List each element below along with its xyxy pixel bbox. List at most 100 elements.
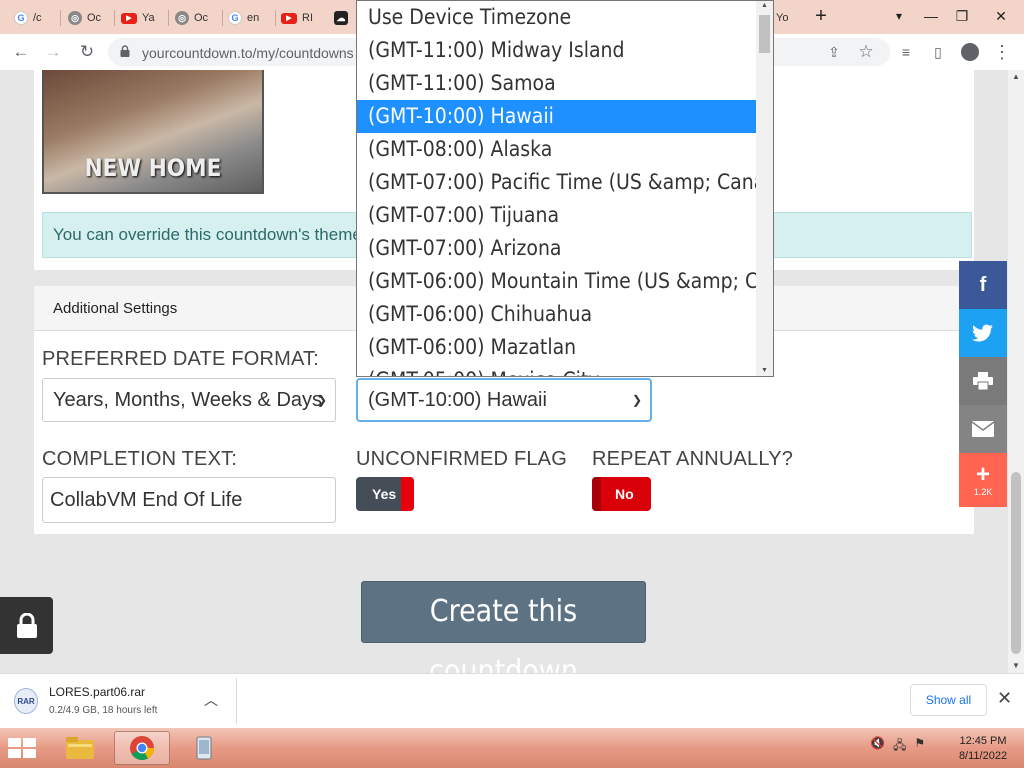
- side-panel-icon[interactable]: ▯: [926, 40, 950, 64]
- theme-image-label: NEW HOME: [84, 154, 222, 182]
- bookmark-star-icon[interactable]: ☆: [854, 40, 878, 64]
- minimize-button[interactable]: —: [916, 4, 946, 28]
- browser-tab[interactable]: Yo: [776, 5, 796, 31]
- download-file-name[interactable]: LORES.part06.rar: [49, 685, 145, 699]
- page-scrollbar[interactable]: ▲ ▼: [1008, 70, 1024, 673]
- timezone-option[interactable]: (GMT-05:00) Mexico City: [357, 364, 757, 376]
- toggle-knob: [592, 477, 601, 511]
- completion-text-label: COMPLETION TEXT:: [42, 448, 238, 470]
- profile-avatar-icon[interactable]: [958, 40, 982, 64]
- maximize-button[interactable]: ❐: [947, 4, 977, 28]
- back-icon[interactable]: ←: [9, 40, 33, 64]
- unconfirmed-flag-label: UNCONFIRMED FLAG: [356, 448, 567, 470]
- tab-search-chevron-icon[interactable]: ▾: [884, 4, 914, 28]
- theme-image-new-home[interactable]: NEW HOME: [42, 70, 264, 194]
- download-bar: RAR LORES.part06.rar 0.2/4.9 GB, 18 hour…: [0, 673, 1024, 729]
- tab-separator: [168, 10, 169, 26]
- completion-text-value: CollabVM End Of Life: [50, 489, 243, 511]
- timezone-dropdown-list[interactable]: Use Device Timezone (GMT-11:00) Midway I…: [356, 0, 774, 377]
- facebook-share-button[interactable]: f: [959, 261, 1007, 309]
- windows-start-icon[interactable]: [6, 736, 38, 760]
- url-text: yourcountdown.to/my/countdowns: [142, 45, 354, 61]
- volume-muted-icon[interactable]: 🔇: [870, 736, 885, 757]
- timezone-option[interactable]: (GMT-06:00) Chihuahua: [357, 298, 757, 331]
- action-center-flag-icon[interactable]: ⚑: [914, 736, 925, 757]
- scroll-up-arrow-icon[interactable]: ▲: [1008, 70, 1024, 84]
- timezone-option[interactable]: (GMT-11:00) Samoa: [357, 67, 757, 100]
- clock-time: 12:45 PM: [959, 735, 1007, 747]
- system-clock[interactable]: 12:45 PM 8/11/2022: [950, 734, 1016, 764]
- dropdown-scroll-thumb[interactable]: [759, 15, 770, 53]
- browser-tab[interactable]: ◎ Oc: [175, 5, 219, 31]
- more-share-button[interactable]: + 1.2K: [959, 453, 1007, 507]
- clock-date: 8/11/2022: [958, 750, 1008, 762]
- browser-tab[interactable]: G /c: [14, 5, 52, 31]
- browser-tab[interactable]: ▶ RI: [281, 5, 325, 31]
- lock-button[interactable]: [0, 597, 53, 654]
- lock-icon: [120, 45, 130, 57]
- printer-icon: [973, 372, 993, 390]
- tab-title: Yo: [776, 12, 789, 24]
- file-explorer-taskbar-button[interactable]: [52, 731, 108, 765]
- timezone-option[interactable]: (GMT-08:00) Alaska: [357, 133, 757, 166]
- tab-title: /c: [33, 12, 42, 24]
- share-page-icon[interactable]: ⇪: [822, 40, 846, 64]
- scroll-down-arrow-icon[interactable]: ▼: [1008, 659, 1024, 673]
- timezone-option[interactable]: Use Device Timezone: [357, 1, 757, 34]
- timezone-option-selected[interactable]: (GMT-10:00) Hawaii: [357, 100, 757, 133]
- dropdown-scroll-down-icon[interactable]: ▼: [756, 367, 773, 374]
- browser-tab[interactable]: ◎ Oc: [68, 5, 112, 31]
- timezone-option[interactable]: (GMT-06:00) Mountain Time (US &amp; Cana…: [357, 265, 757, 298]
- forward-icon[interactable]: →: [41, 40, 65, 64]
- timezone-option[interactable]: (GMT-07:00) Pacific Time (US &amp; Canad…: [357, 166, 757, 199]
- close-window-button[interactable]: ✕: [986, 4, 1016, 28]
- divider: [236, 678, 237, 724]
- timezone-option[interactable]: (GMT-07:00) Tijuana: [357, 199, 757, 232]
- browser-tab[interactable]: ☁: [334, 5, 354, 31]
- timezone-option[interactable]: (GMT-07:00) Arizona: [357, 232, 757, 265]
- repeat-annually-toggle[interactable]: No: [592, 477, 651, 511]
- rar-file-icon: RAR: [14, 688, 38, 714]
- reading-list-icon[interactable]: ≡: [894, 40, 918, 64]
- share-bar: f + 1.2K: [959, 261, 1007, 507]
- dropdown-scrollbar[interactable]: ▲ ▼: [756, 1, 773, 376]
- dropdown-scroll-up-icon[interactable]: ▲: [756, 2, 773, 9]
- toggle-knob: [401, 477, 414, 511]
- share-count: 1.2K: [973, 486, 993, 497]
- browser-tab[interactable]: ▶ Ya: [121, 5, 165, 31]
- completion-text-input[interactable]: CollabVM End Of Life: [42, 477, 336, 523]
- network-icon[interactable]: 🖧: [893, 736, 906, 757]
- close-icon[interactable]: ✕: [997, 688, 1012, 709]
- unconfirmed-flag-toggle[interactable]: Yes: [356, 477, 414, 511]
- windows-taskbar: 🔇 🖧 ⚑ 12:45 PM 8/11/2022: [0, 728, 1024, 768]
- new-tab-button[interactable]: +: [806, 4, 836, 28]
- scrollbar-thumb[interactable]: [1011, 472, 1021, 654]
- chrome-taskbar-button[interactable]: [114, 731, 170, 765]
- create-countdown-button[interactable]: Create this countdown: [361, 581, 646, 673]
- email-share-button[interactable]: [959, 405, 1007, 453]
- tab-title: Oc: [87, 12, 102, 24]
- device-icon: [196, 736, 212, 760]
- google-icon: G: [228, 11, 242, 25]
- youtube-icon: ▶: [121, 12, 137, 24]
- tab-separator: [114, 10, 115, 26]
- settings-title: Additional Settings: [53, 300, 178, 317]
- date-format-select[interactable]: Years, Months, Weeks & Days ❯: [42, 378, 336, 422]
- device-taskbar-button[interactable]: [176, 731, 232, 765]
- reload-icon[interactable]: ↻: [75, 40, 99, 64]
- browser-tab[interactable]: G en: [228, 5, 272, 31]
- menu-kebab-icon[interactable]: ⋮: [990, 40, 1014, 64]
- twitter-share-button[interactable]: [959, 309, 1007, 357]
- print-share-button[interactable]: [959, 357, 1007, 405]
- repeat-annually-label: REPEAT ANNUALLY?: [592, 448, 794, 470]
- timezone-option[interactable]: (GMT-06:00) Mazatlan: [357, 331, 757, 364]
- timezone-option[interactable]: (GMT-11:00) Midway Island: [357, 34, 757, 67]
- tab-title: en: [247, 12, 260, 24]
- tab-separator: [222, 10, 223, 26]
- show-all-downloads-button[interactable]: Show all: [910, 684, 987, 716]
- folder-icon: [66, 737, 94, 759]
- google-icon: G: [14, 11, 28, 25]
- chevron-up-icon[interactable]: ︿: [204, 690, 218, 710]
- tab-title: RI: [302, 12, 313, 24]
- timezone-select[interactable]: (GMT-10:00) Hawaii ❯: [356, 378, 652, 422]
